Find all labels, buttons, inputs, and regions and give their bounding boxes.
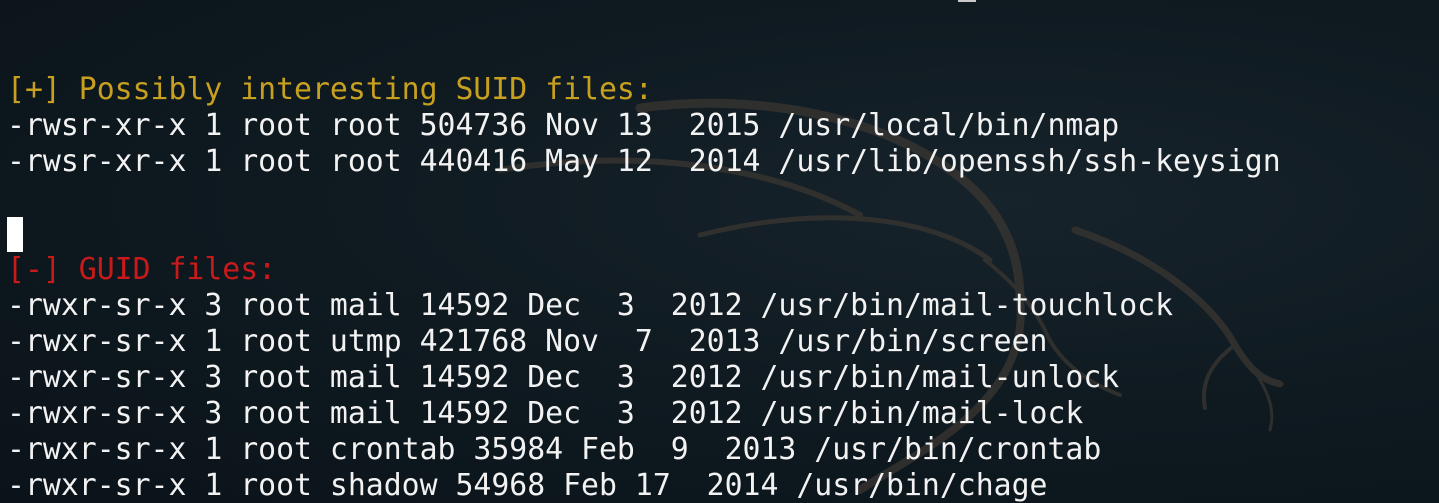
guid-file-line: -rwxr-sr-x 1 root shadow 54968 Feb 17 20… [7, 468, 1048, 503]
guid-file-line: -rwxr-sr-x 3 root mail 14592 Dec 3 2012 … [7, 396, 1084, 431]
suid-file-line: -rwsr-xr-x 1 root root 504736 Nov 13 201… [7, 108, 1120, 143]
guid-file-line: -rwxr-sr-x 3 root mail 14592 Dec 3 2012 … [7, 360, 1120, 395]
terminal-output[interactable]: [+] Possibly interesting SUID files: -rw… [7, 0, 1432, 503]
guid-file-line: -rwxr-sr-x 1 root crontab 35984 Feb 9 20… [7, 432, 1102, 467]
guid-header: [-] GUID files: [7, 252, 277, 287]
guid-file-line: -rwxr-sr-x 1 root utmp 421768 Nov 7 2013… [7, 324, 1048, 359]
terminal-cursor [7, 217, 23, 252]
suid-header: [+] Possibly interesting SUID files: [7, 72, 653, 107]
suid-file-line: -rwsr-xr-x 1 root root 440416 May 12 201… [7, 144, 1281, 179]
guid-file-line: -rwxr-sr-x 3 root mail 14592 Dec 3 2012 … [7, 288, 1174, 323]
